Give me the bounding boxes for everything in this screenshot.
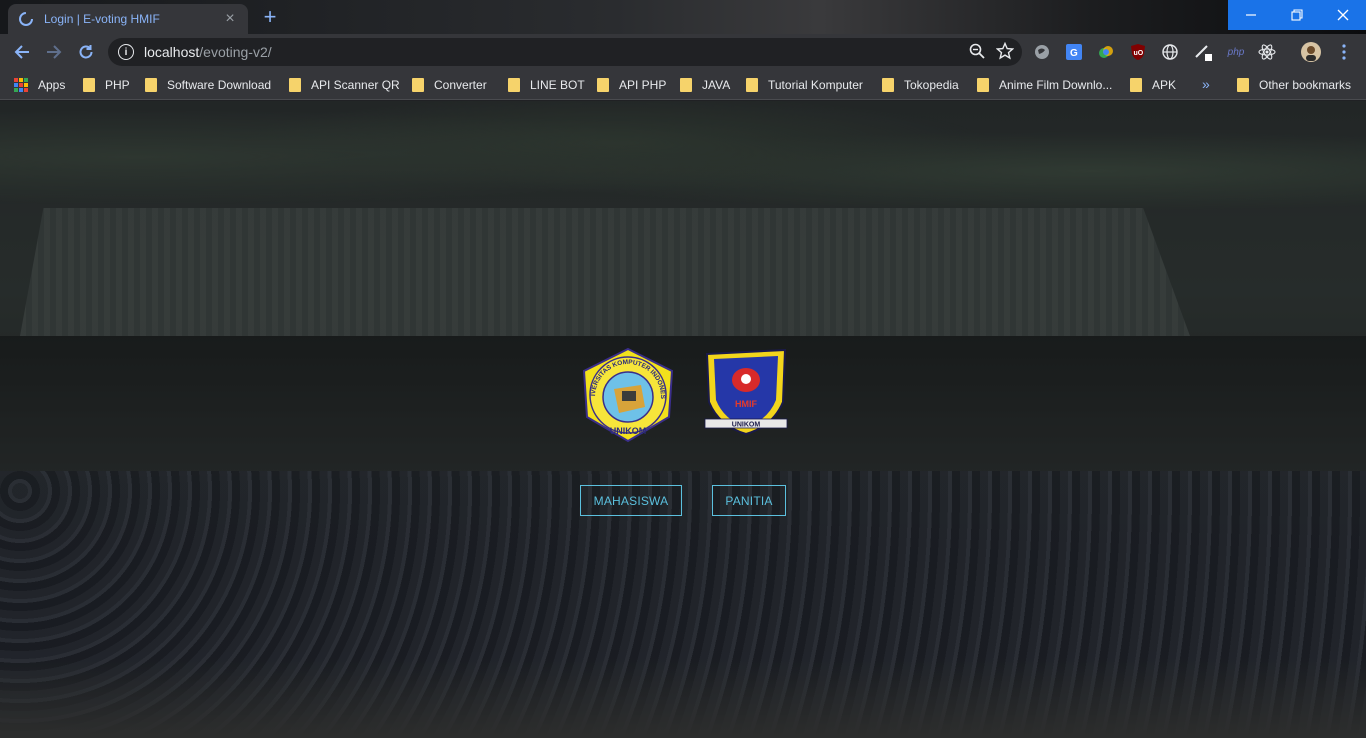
restore-icon xyxy=(1291,9,1303,21)
star-icon[interactable] xyxy=(996,42,1014,60)
bookmark-label: Apps xyxy=(38,78,66,92)
maximize-button[interactable] xyxy=(1274,0,1320,30)
url-path: /evoting-v2/ xyxy=(199,44,272,60)
colorful-extension-icon[interactable] xyxy=(1096,42,1116,62)
tab-close-icon[interactable]: × xyxy=(222,11,238,27)
bookmark-label: Anime Film Downlo... xyxy=(999,78,1113,92)
bookmark-apk[interactable]: APK xyxy=(1130,76,1176,94)
globe-extension-icon[interactable] xyxy=(1160,42,1180,62)
bookmark-label: Tokopedia xyxy=(904,78,959,92)
bookmark-label: Software Download xyxy=(167,78,272,92)
url-host: localhost xyxy=(144,44,200,60)
ublock-extension-icon[interactable]: uO xyxy=(1128,42,1148,62)
bookmark-other-bookmarks[interactable]: Other bookmarks xyxy=(1237,76,1351,94)
folder-icon xyxy=(83,78,95,92)
folder-icon xyxy=(977,78,989,92)
bookmark-converter[interactable]: Converter xyxy=(412,76,487,94)
hmif-center-text: HMIF xyxy=(735,399,757,409)
mahasiswa-button[interactable]: MAHASISWA xyxy=(580,485,682,516)
unikom-logo: UNIVERSITAS KOMPUTER INDONESIA UNIKOM xyxy=(579,347,674,443)
minimize-icon xyxy=(1246,14,1256,16)
translate-extension-icon[interactable]: G xyxy=(1064,42,1084,62)
bookmark-software-download[interactable]: Software Download xyxy=(145,76,271,94)
bookmark-api-php[interactable]: API PHP xyxy=(597,76,666,94)
folder-icon xyxy=(412,78,424,92)
close-icon xyxy=(1337,9,1349,21)
title-bar: Login | E-voting HMIF × + xyxy=(0,0,1366,34)
address-bar[interactable]: i localhost/evoting-v2/ xyxy=(108,38,1022,66)
react-extension-icon[interactable] xyxy=(1257,42,1277,62)
bookmark-php[interactable]: PHP xyxy=(83,76,130,94)
background-overlay xyxy=(0,101,1366,738)
folder-icon xyxy=(597,78,609,92)
folder-icon xyxy=(680,78,692,92)
eyedropper-extension-icon[interactable] xyxy=(1193,42,1213,62)
bookmark-label: Tutorial Komputer xyxy=(768,78,863,92)
globe-dark-extension-icon[interactable] xyxy=(1032,42,1052,62)
bookmark-line-bot[interactable]: LINE BOT xyxy=(508,76,585,94)
hmif-bottom-text: UNIKOM xyxy=(732,422,761,429)
reload-icon xyxy=(79,45,93,59)
bookmark-label: JAVA xyxy=(702,78,731,92)
bookmark-java[interactable]: JAVA xyxy=(680,76,730,94)
folder-icon xyxy=(145,78,157,92)
back-button[interactable] xyxy=(10,40,34,64)
bookmarks-bar: Apps PHP Software Download API Scanner Q… xyxy=(0,70,1366,100)
bookmark-anime-film[interactable]: Anime Film Downlo... xyxy=(977,76,1112,94)
folder-icon xyxy=(508,78,520,92)
hmif-logo: HMIF UNIKOM xyxy=(704,348,788,436)
php-extension-icon[interactable]: php xyxy=(1225,42,1247,62)
folder-icon xyxy=(882,78,894,92)
unikom-bottom-text: UNIKOM xyxy=(610,426,647,436)
bookmark-apps[interactable]: Apps xyxy=(14,76,65,94)
folder-icon xyxy=(1130,78,1142,92)
browser-tab[interactable]: Login | E-voting HMIF × xyxy=(8,4,248,34)
tab-title: Login | E-voting HMIF xyxy=(44,12,160,26)
apps-grid-icon xyxy=(14,78,28,92)
bookmark-label: API PHP xyxy=(619,78,667,92)
bookmark-tutorial-komputer[interactable]: Tutorial Komputer xyxy=(746,76,863,94)
close-window-button[interactable] xyxy=(1320,0,1366,30)
zoom-icon[interactable] xyxy=(968,42,986,60)
menu-kebab-icon[interactable] xyxy=(1334,42,1354,62)
reload-button[interactable] xyxy=(74,40,98,64)
bookmarks-overflow-chevron-icon[interactable]: » xyxy=(1202,76,1210,92)
bookmark-label: PHP xyxy=(105,78,130,92)
new-tab-button[interactable]: + xyxy=(258,6,282,30)
browser-toolbar: i localhost/evoting-v2/ G uO php xyxy=(0,34,1366,70)
forward-button[interactable] xyxy=(42,40,66,64)
folder-icon xyxy=(289,78,301,92)
loading-spinner-icon xyxy=(19,12,33,26)
arrow-left-icon xyxy=(14,45,29,59)
bookmark-label: APK xyxy=(1152,78,1177,92)
bookmark-tokopedia[interactable]: Tokopedia xyxy=(882,76,959,94)
page-viewport: UNIVERSITAS KOMPUTER INDONESIA UNIKOM HM… xyxy=(0,101,1366,738)
folder-icon xyxy=(746,78,758,92)
panitia-button[interactable]: PANITIA xyxy=(712,485,786,516)
minimize-button[interactable] xyxy=(1228,0,1274,30)
profile-avatar-icon[interactable] xyxy=(1300,41,1322,63)
folder-icon xyxy=(1237,78,1249,92)
info-icon[interactable]: i xyxy=(118,44,134,60)
svg-text:uO: uO xyxy=(1134,50,1144,57)
bookmark-label: Other bookmarks xyxy=(1259,78,1352,92)
bookmark-label: LINE BOT xyxy=(530,78,585,92)
arrow-right-icon xyxy=(47,45,62,59)
bookmark-label: API Scanner QR xyxy=(311,78,400,92)
bookmark-label: Converter xyxy=(434,78,487,92)
bookmark-api-scanner-qr[interactable]: API Scanner QR xyxy=(289,76,400,94)
svg-text:G: G xyxy=(1070,48,1078,59)
